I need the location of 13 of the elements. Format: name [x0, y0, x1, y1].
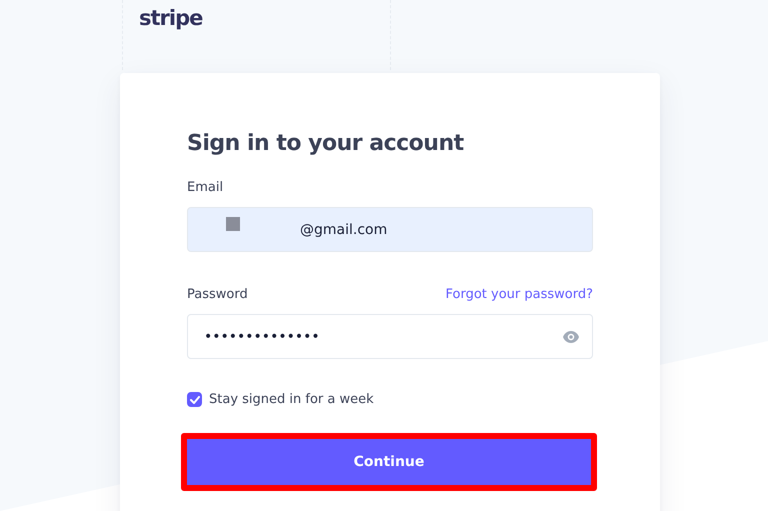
logo-wordmark: stripe: [139, 6, 202, 30]
email-value: @gmail.com: [300, 222, 388, 238]
form-title: Sign in to your account: [187, 131, 465, 156]
forgot-password-link[interactable]: Forgot your password?: [445, 286, 593, 302]
remember-label: Stay signed in for a week: [209, 392, 374, 407]
checkmark-icon: [190, 396, 200, 404]
continue-button[interactable]: Continue: [187, 439, 591, 485]
password-field[interactable]: ••••••••••••••: [187, 314, 593, 359]
password-value: ••••••••••••••: [204, 328, 321, 344]
email-field[interactable]: @gmail.com: [187, 207, 593, 252]
email-label: Email: [187, 180, 224, 194]
password-label: Password: [187, 286, 248, 302]
remember-checkbox[interactable]: [187, 392, 202, 407]
